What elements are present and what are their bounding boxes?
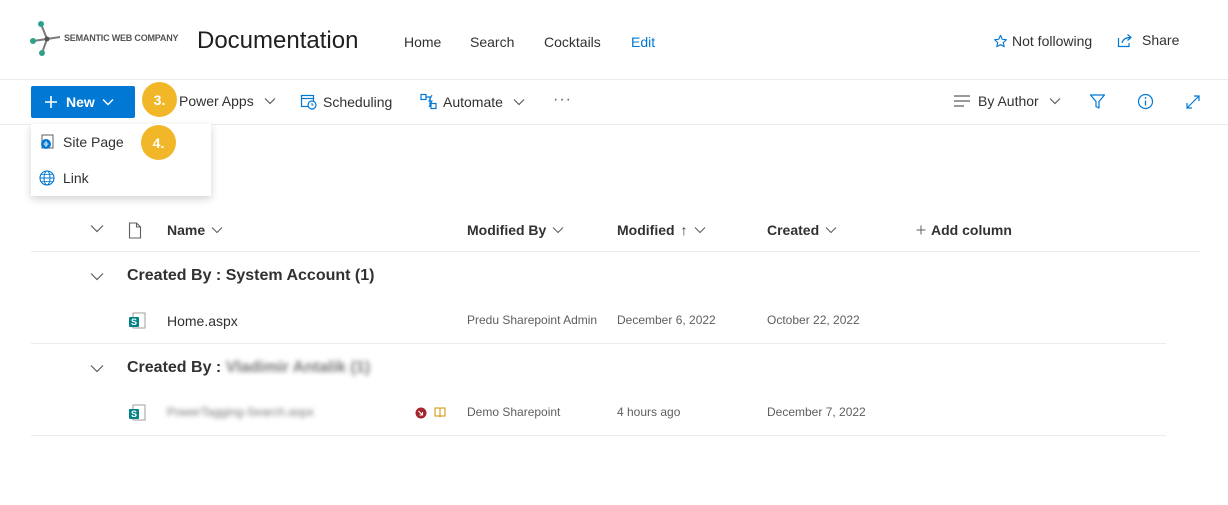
step-badge-3: 3.	[142, 82, 177, 117]
group-header-prefix: Created By :	[127, 359, 222, 376]
column-label: Created	[767, 222, 820, 238]
group-collapse-chevron-icon[interactable]	[90, 364, 104, 373]
add-column-label: Add column	[931, 222, 1012, 238]
chevron-down-icon	[102, 99, 114, 106]
nav-cocktails[interactable]: Cocktails	[544, 34, 601, 50]
created-cell: October 22, 2022	[767, 313, 860, 327]
header-divider	[31, 251, 1200, 252]
scheduling-button[interactable]: Scheduling	[300, 93, 392, 110]
row-divider	[31, 343, 1166, 344]
logo-mark-icon	[30, 21, 61, 56]
view-selector[interactable]: By Author	[954, 93, 1061, 109]
info-button[interactable]	[1137, 93, 1154, 110]
chevron-down-icon	[211, 227, 223, 234]
modified-cell: December 6, 2022	[617, 313, 716, 327]
collapse-all-toggle[interactable]	[90, 224, 104, 233]
group-header[interactable]: Created By : System Account (1)	[127, 267, 374, 285]
share-button[interactable]: Share	[1117, 32, 1179, 48]
sharepoint-page-icon: S	[129, 312, 146, 329]
file-name-link[interactable]: Home.aspx	[167, 313, 238, 329]
view-label: By Author	[978, 93, 1039, 109]
filter-button[interactable]	[1089, 93, 1106, 110]
column-created[interactable]: Created	[767, 222, 837, 238]
nav-home[interactable]: Home	[404, 34, 441, 50]
chevron-down-icon	[513, 98, 525, 105]
chevron-down-icon	[264, 98, 276, 105]
file-type-column[interactable]	[128, 222, 142, 239]
more-actions-button[interactable]: ···	[553, 91, 572, 109]
nav-search[interactable]: Search	[470, 34, 514, 50]
filter-icon	[1089, 94, 1106, 109]
modified-cell: 4 hours ago	[617, 405, 681, 419]
svg-text:S: S	[131, 409, 137, 419]
menu-item-site-page[interactable]: Site Page	[39, 134, 124, 150]
chevron-down-icon	[1049, 98, 1061, 105]
follow-label: Not following	[1012, 33, 1093, 49]
group-header[interactable]: Created By : Vladimir Antalik (1)	[127, 359, 370, 377]
created-cell: December 7, 2022	[767, 405, 866, 419]
plus-icon	[45, 96, 57, 108]
site-header: SEMANTIC WEB COMPANY Documentation Home …	[0, 0, 1228, 80]
expand-icon	[1186, 95, 1200, 109]
chevron-down-icon	[694, 227, 705, 234]
sort-ascending-icon: ↑	[680, 222, 688, 238]
info-icon	[1137, 93, 1154, 110]
group-header-blurred-name: Vladimir Antalik (1)	[225, 359, 371, 376]
nav-edit[interactable]: Edit	[631, 34, 655, 50]
column-label: Name	[167, 222, 206, 238]
command-bar: New Power Apps Scheduling Automate ··· B…	[0, 80, 1228, 125]
globe-icon	[39, 170, 55, 186]
new-button[interactable]: New	[31, 86, 135, 118]
checked-out-icon	[415, 407, 427, 419]
chevron-down-icon	[90, 225, 104, 233]
calendar-clock-icon	[300, 94, 317, 110]
follow-button[interactable]: Not following	[993, 33, 1092, 49]
step-badge-4: 4.	[141, 125, 176, 160]
menu-item-link[interactable]: Link	[39, 170, 89, 186]
column-modified-by[interactable]: Modified By	[467, 222, 564, 238]
automate-button[interactable]: Automate	[420, 93, 525, 110]
modified-by-cell: Demo Sharepoint	[467, 405, 561, 419]
new-menu-dropdown: Site Page Link	[31, 124, 211, 196]
scheduling-label: Scheduling	[323, 93, 393, 110]
share-icon	[1117, 33, 1132, 47]
plus-icon	[916, 225, 926, 235]
column-name[interactable]: Name	[167, 222, 223, 238]
column-label: Modified By	[467, 222, 547, 238]
svg-text:S: S	[131, 317, 137, 327]
group-collapse-chevron-icon[interactable]	[90, 272, 104, 281]
star-icon	[994, 34, 1007, 47]
list-view-icon	[954, 95, 970, 107]
site-title[interactable]: Documentation	[197, 27, 358, 55]
menu-item-label: Site Page	[63, 134, 124, 150]
power-apps-label: Power Apps	[179, 93, 254, 109]
file-name-link[interactable]: PowerTagging-Search.aspx	[167, 405, 314, 419]
automate-flow-icon	[420, 93, 437, 110]
chevron-down-icon	[825, 227, 837, 234]
document-icon	[128, 222, 142, 239]
column-modified[interactable]: Modified ↑	[617, 222, 706, 238]
new-label: New	[66, 94, 95, 110]
site-page-icon	[41, 134, 54, 149]
automate-label: Automate	[443, 93, 503, 110]
company-logo[interactable]: SEMANTIC WEB COMPANY	[30, 20, 180, 58]
menu-item-label: Link	[63, 170, 89, 186]
logo-text: SEMANTIC WEB COMPANY	[64, 33, 179, 43]
power-apps-button[interactable]: Power Apps	[179, 93, 276, 109]
add-column-button[interactable]: Add column	[916, 222, 1012, 238]
row-divider	[31, 435, 1166, 436]
modified-by-cell: Predu Sharepoint Admin	[467, 313, 598, 327]
expand-button[interactable]	[1185, 94, 1201, 110]
book-icon	[434, 407, 446, 418]
sharepoint-page-icon: S	[129, 404, 146, 421]
chevron-down-icon	[552, 227, 564, 234]
column-label: Modified	[617, 222, 675, 238]
share-label: Share	[1142, 32, 1180, 48]
